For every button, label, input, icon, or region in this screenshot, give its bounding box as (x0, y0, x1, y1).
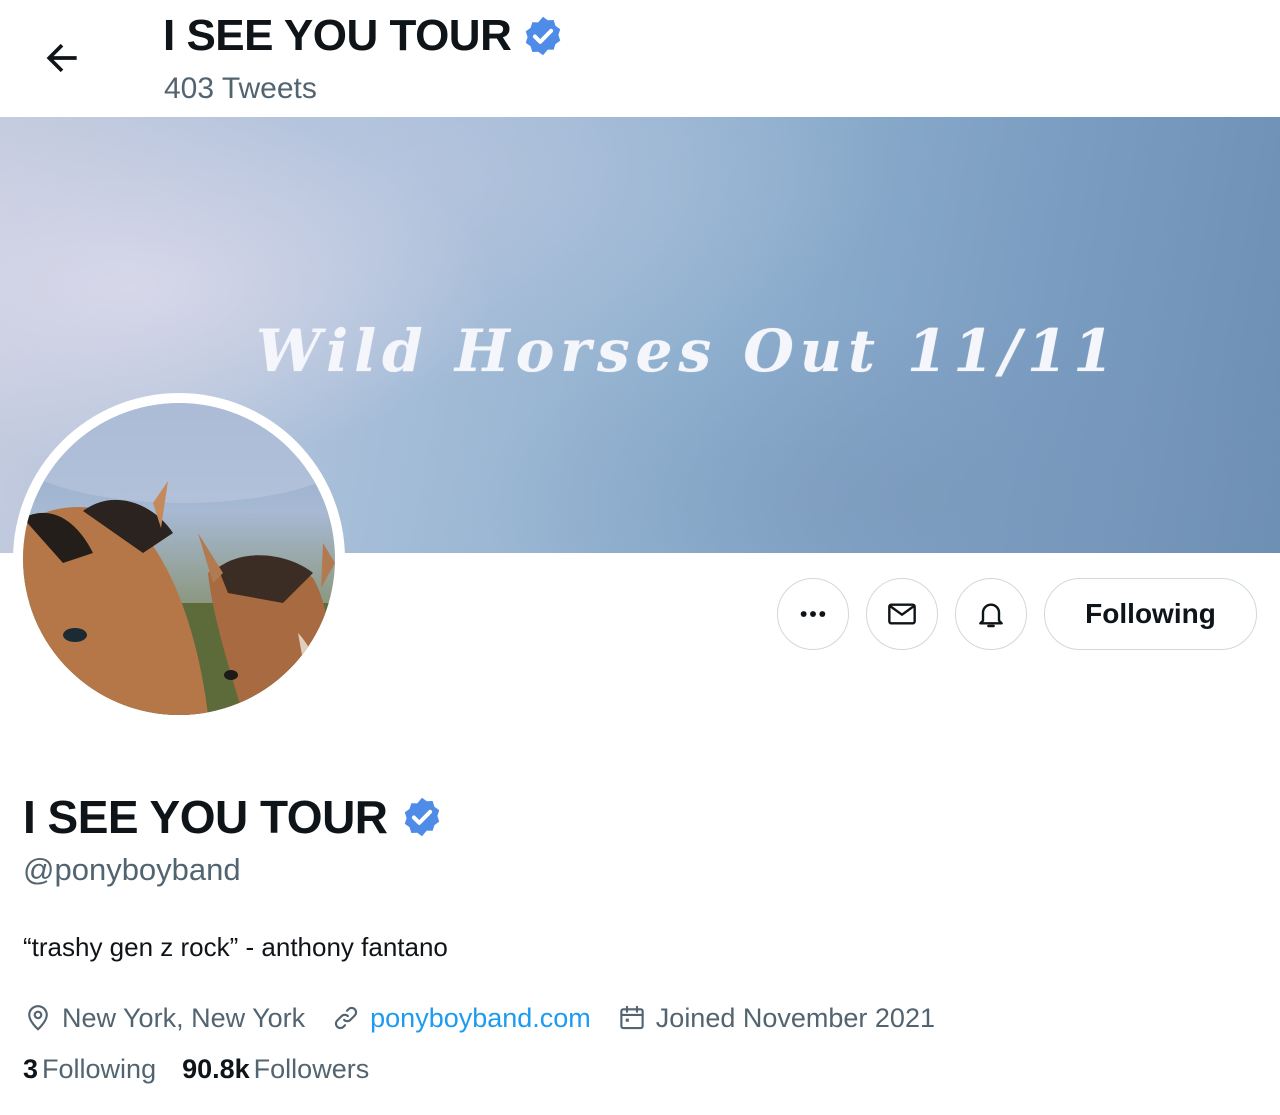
verified-badge-icon (526, 16, 561, 56)
avatar[interactable] (13, 393, 345, 725)
profile-stats: 3 Following 90.8k Followers (23, 1051, 395, 1087)
profile-handle: @ponyboyband (23, 852, 241, 887)
avatar-image (23, 403, 335, 715)
header-title-row: I SEE YOU TOUR (163, 10, 565, 62)
horses-photo (23, 403, 335, 715)
calendar-icon (620, 1005, 644, 1030)
profile-bio: “trashy gen z rock” - anthony fantano (23, 932, 448, 962)
tweet-count: 403 Tweets (164, 72, 317, 105)
followers-stat[interactable]: 90.8k Followers (182, 1051, 369, 1087)
more-dots-icon (800, 611, 826, 617)
followers-count: 90.8k (182, 1054, 250, 1084)
website-link[interactable]: ponyboyband.com (370, 1000, 591, 1036)
join-date: Joined November 2021 (617, 1000, 935, 1036)
profile-meta: New York, New York ponyboyband.com Joine… (23, 1000, 961, 1036)
bell-icon (979, 603, 1003, 628)
profile-actions: Following (777, 578, 1257, 650)
following-count: 3 (23, 1054, 39, 1084)
notifications-button[interactable] (955, 578, 1027, 650)
message-button[interactable] (866, 578, 938, 650)
link-icon (335, 1006, 358, 1030)
following-label: Following (42, 1054, 157, 1084)
banner-text: Wild Horses Out 11/11 (256, 317, 1120, 385)
envelope-icon (888, 603, 916, 625)
join-date-text: Joined November 2021 (655, 1003, 935, 1033)
profile-name: I SEE YOU TOUR (23, 791, 388, 843)
arrow-left-icon (46, 43, 77, 73)
website: ponyboyband.com (331, 1000, 591, 1036)
back-button[interactable] (22, 18, 102, 98)
more-button[interactable] (777, 578, 849, 650)
verified-badge-icon (404, 797, 439, 837)
location-text: New York, New York (62, 1003, 306, 1033)
location-pin-icon (28, 1005, 48, 1031)
header-title: I SEE YOU TOUR (163, 11, 512, 60)
following-button[interactable]: Following (1044, 578, 1257, 650)
profile-name-row: I SEE YOU TOUR (23, 790, 444, 844)
followers-label: Followers (253, 1054, 370, 1084)
top-header: I SEE YOU TOUR 403 Tweets (0, 0, 1280, 117)
following-stat[interactable]: 3 Following (23, 1051, 156, 1087)
location: New York, New York (23, 1000, 305, 1036)
